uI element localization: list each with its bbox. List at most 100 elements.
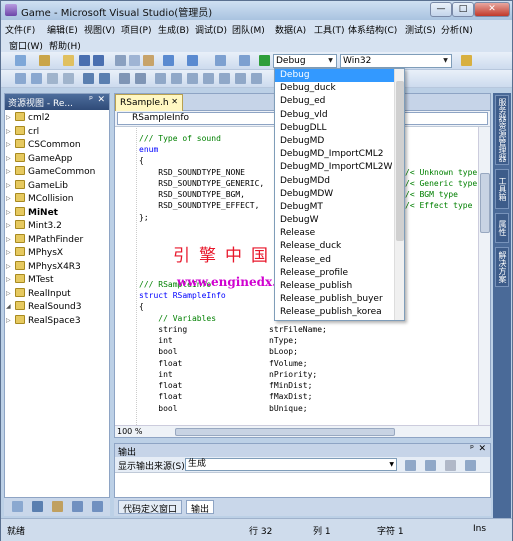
- expand-icon[interactable]: ◢: [6, 303, 11, 310]
- expand-icon[interactable]: ▷: [6, 114, 11, 121]
- expand-icon[interactable]: ▷: [6, 236, 11, 243]
- team-explorer-icon[interactable]: [92, 501, 103, 512]
- dropdown-option[interactable]: DebugMDW: [275, 188, 404, 201]
- toolbar-icon[interactable]: [219, 73, 230, 84]
- right-dock-tab[interactable]: 服务器资源管理器: [495, 95, 509, 165]
- expand-icon[interactable]: ▷: [6, 290, 11, 297]
- close-icon[interactable]: ✕: [97, 95, 105, 105]
- zoom-level[interactable]: 100 %: [117, 427, 142, 436]
- menu-item[interactable]: 文件(F): [5, 23, 35, 36]
- menu-item[interactable]: 工具(T): [314, 23, 345, 36]
- word-wrap-icon[interactable]: [465, 460, 476, 471]
- right-dock-tab[interactable]: 属性: [495, 213, 509, 243]
- tree-item[interactable]: ▷ cml2: [5, 112, 109, 126]
- close-icon[interactable]: ✕: [478, 444, 486, 454]
- minimize-button[interactable]: —: [430, 2, 452, 17]
- expand-icon[interactable]: ▷: [6, 168, 11, 175]
- expand-icon[interactable]: ▷: [6, 182, 11, 189]
- scroll-thumb[interactable]: [480, 173, 490, 233]
- paste-icon[interactable]: [143, 55, 154, 66]
- dropdown-option[interactable]: Debug_ed: [275, 95, 404, 108]
- menu-item[interactable]: 分析(N): [441, 23, 473, 36]
- tree-item[interactable]: ▷ RealSpace3: [5, 314, 109, 329]
- pin-icon[interactable]: ᵖ: [89, 95, 93, 105]
- tree-item[interactable]: ▷ RealInput: [5, 287, 109, 302]
- dropdown-option[interactable]: DebugDLL: [275, 122, 404, 135]
- menu-item[interactable]: 体系结构(C): [348, 23, 397, 36]
- toolbar-icon[interactable]: [31, 73, 42, 84]
- menu-item[interactable]: 数据(A): [275, 23, 306, 36]
- tree-item[interactable]: ▷ CSCommon: [5, 139, 109, 153]
- expand-icon[interactable]: ▷: [6, 195, 11, 202]
- tree-item[interactable]: ▷ GameCommon: [5, 166, 109, 180]
- close-button[interactable]: ✕: [474, 2, 510, 17]
- tree-item[interactable]: ▷ MPhysX: [5, 247, 109, 261]
- tree-item[interactable]: ◢ RealSound3: [5, 301, 109, 315]
- toolbar-icon[interactable]: [171, 73, 182, 84]
- dropdown-scrollbar[interactable]: [394, 69, 404, 320]
- dropdown-option[interactable]: DebugMD: [275, 135, 404, 148]
- dropdown-option[interactable]: Release_publish_buyer: [275, 293, 404, 306]
- cut-icon[interactable]: [115, 55, 126, 66]
- menu-item[interactable]: 项目(P): [121, 23, 151, 36]
- property-manager-icon[interactable]: [52, 501, 63, 512]
- menu-item[interactable]: 测试(S): [405, 23, 436, 36]
- save-all-icon[interactable]: [93, 55, 104, 66]
- dropdown-option[interactable]: Debug_duck: [275, 82, 404, 95]
- menu-item[interactable]: 调试(D): [195, 23, 227, 36]
- expand-icon[interactable]: ▷: [6, 141, 11, 148]
- navigate-back-icon[interactable]: [215, 55, 226, 66]
- class-view-icon[interactable]: [32, 501, 43, 512]
- go-to-next-icon[interactable]: [425, 460, 436, 471]
- dropdown-option[interactable]: Release_profile: [275, 267, 404, 280]
- tree-item[interactable]: ▷ MPathFinder: [5, 233, 109, 248]
- dropdown-option[interactable]: Release: [275, 227, 404, 240]
- menu-item[interactable]: 团队(M): [232, 23, 265, 36]
- pin-icon[interactable]: ᵖ: [470, 444, 474, 454]
- dropdown-option[interactable]: DebugW: [275, 214, 404, 227]
- navigate-forward-icon[interactable]: [239, 55, 250, 66]
- toolbar-icon[interactable]: [15, 73, 26, 84]
- expand-icon[interactable]: ▷: [6, 155, 11, 162]
- maximize-button[interactable]: □: [452, 2, 474, 17]
- dropdown-option[interactable]: Release_publish: [275, 280, 404, 293]
- horizontal-scroll-thumb[interactable]: [175, 428, 395, 436]
- tree-item[interactable]: ▷ crl: [5, 125, 109, 140]
- dropdown-option[interactable]: Release_publish_korea: [275, 306, 404, 319]
- right-dock-tab[interactable]: 工具箱: [495, 169, 509, 209]
- menu-item[interactable]: 视图(V): [84, 23, 115, 36]
- dropdown-option[interactable]: Release_duck: [275, 240, 404, 253]
- start-debugging-icon[interactable]: [259, 55, 270, 66]
- dropdown-option[interactable]: Debug: [275, 69, 404, 83]
- dropdown-option[interactable]: DebugMD_ImportCML2W: [275, 161, 404, 174]
- undo-icon[interactable]: [163, 55, 174, 66]
- output-source-combo[interactable]: 生成 ▼: [185, 458, 397, 471]
- toolbar-icon[interactable]: [63, 73, 74, 84]
- solution-configuration-combo[interactable]: Debug ▼: [273, 54, 337, 68]
- expand-icon[interactable]: ▷: [6, 276, 11, 283]
- toolbar-icon[interactable]: [99, 73, 110, 84]
- copy-icon[interactable]: [129, 55, 140, 66]
- tree-item[interactable]: ▷ GameApp: [5, 152, 109, 167]
- clear-all-icon[interactable]: [445, 460, 456, 471]
- open-file-icon[interactable]: [63, 55, 74, 66]
- tree-item[interactable]: ▷ GameLib: [5, 179, 109, 194]
- toolbar-icon[interactable]: [203, 73, 214, 84]
- tab-output[interactable]: 输出: [186, 500, 215, 515]
- toolbar-icon[interactable]: [235, 73, 246, 84]
- go-to-previous-icon[interactable]: [405, 460, 416, 471]
- expand-icon[interactable]: ▷: [6, 317, 11, 324]
- tree-item[interactable]: ▷ MCollision: [5, 193, 109, 207]
- tree-item[interactable]: ▷ Mint3.2: [5, 220, 109, 234]
- toolbar-icon[interactable]: [155, 73, 166, 84]
- toolbar-icon[interactable]: [135, 73, 146, 84]
- solution-platform-combo[interactable]: Win32 ▼: [340, 54, 452, 68]
- menu-item[interactable]: 编辑(E): [47, 23, 78, 36]
- dropdown-option[interactable]: DebugMD_ImportCML2: [275, 148, 404, 161]
- toolbar-icon[interactable]: [47, 73, 58, 84]
- find-in-files-icon[interactable]: [461, 55, 472, 66]
- tab-code-definition[interactable]: 代码定义窗口: [118, 500, 183, 515]
- close-icon[interactable]: ✕: [171, 97, 178, 106]
- toolbar-icon[interactable]: [119, 73, 130, 84]
- expand-icon[interactable]: ▷: [6, 249, 11, 256]
